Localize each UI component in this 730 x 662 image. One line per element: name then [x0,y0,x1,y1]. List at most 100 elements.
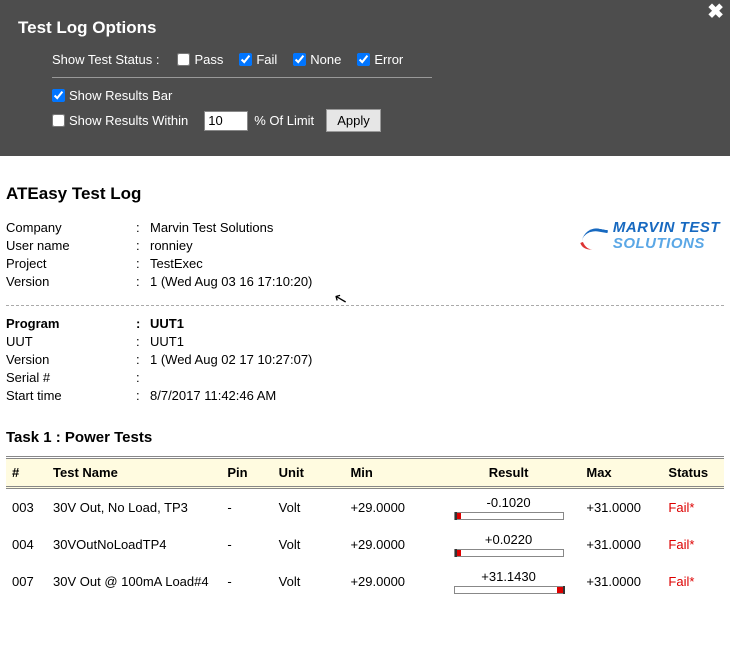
table-row: 00730V Out @ 100mA Load#4-Volt+29.0000+3… [6,563,724,600]
header-unit: Unit [273,458,345,488]
cell-name: 30VOutNoLoadTP4 [47,526,221,563]
cell-unit: Volt [273,563,345,600]
header-name: Test Name [47,458,221,488]
cell-min: +29.0000 [344,563,436,600]
cell-max: +31.0000 [580,563,662,600]
header-max: Max [580,458,662,488]
uut-label: UUT [6,334,136,349]
show-results-within-label: Show Results Within [69,113,188,128]
logo-line2: SOLUTIONS [613,236,720,252]
version2-value: 1 (Wed Aug 02 17 10:27:07) [150,352,724,367]
serial-label: Serial # [6,370,136,385]
result-value: +0.0220 [485,532,532,547]
filter-error-label: Error [374,52,403,67]
result-value: +31.1430 [481,569,536,584]
cursor-icon: ↖ [332,288,350,311]
table-row: 00430VOutNoLoadTP4-Volt+29.0000 +0.0220 +3… [6,526,724,563]
filter-none-checkbox[interactable] [293,53,306,66]
page-title: ATEasy Test Log [6,184,724,204]
serial-value [150,370,724,385]
show-results-within-row: Show Results Within % Of Limit Apply [52,109,712,132]
log-content: ATEasy Test Log MARVIN TEST SOLUTIONS Co… [0,156,730,620]
start-value: 8/7/2017 11:42:46 AM [150,388,724,403]
section-divider [6,305,724,306]
logo-swoosh-icon [581,228,607,252]
cell-pin: - [221,488,272,527]
project-meta: MARVIN TEST SOLUTIONS Company:Marvin Tes… [6,220,724,289]
cell-num: 003 [6,488,47,527]
status-filter-label: Show Test Status : [52,52,159,67]
cell-result: +0.0220 [437,526,581,563]
cell-min: +29.0000 [344,526,436,563]
result-bar [454,512,564,520]
within-percent-input[interactable] [204,111,248,131]
company-logo: MARVIN TEST SOLUTIONS [581,220,720,252]
company-label: Company [6,220,136,235]
project-label: Project [6,256,136,271]
filter-pass[interactable]: Pass [177,52,223,67]
header-min: Min [344,458,436,488]
filter-error-checkbox[interactable] [357,53,370,66]
project-value: TestExec [150,256,724,271]
cell-unit: Volt [273,488,345,527]
filter-error[interactable]: Error [357,52,403,67]
uut-value: UUT1 [150,334,724,349]
table-header-row: # Test Name Pin Unit Min Result Max Stat… [6,458,724,488]
show-results-bar-row: Show Results Bar [52,88,712,103]
cell-result: +31.1430 [437,563,581,600]
cell-status: Fail* [662,488,724,527]
status-filter-row: Show Test Status : Pass Fail None Error [52,52,432,78]
program-meta: Program:UUT1 UUT:UUT1 Version:1 (Wed Aug… [6,316,724,403]
filter-none-label: None [310,52,341,67]
user-label: User name [6,238,136,253]
bar-marker-icon [455,549,457,557]
header-num: # [6,458,47,488]
program-label: Program [6,316,136,331]
start-label: Start time [6,388,136,403]
filter-pass-checkbox[interactable] [177,53,190,66]
header-status: Status [662,458,724,488]
cell-unit: Volt [273,526,345,563]
version2-label: Version [6,352,136,367]
show-results-bar-checkbox[interactable] [52,89,65,102]
filter-pass-label: Pass [194,52,223,67]
result-value: -0.1020 [487,495,531,510]
show-results-within-checkbox[interactable] [52,114,65,127]
bar-marker-icon [455,512,457,520]
version1-label: Version [6,274,136,289]
show-results-bar-label: Show Results Bar [69,88,172,103]
cell-max: +31.0000 [580,526,662,563]
filter-fail[interactable]: Fail [239,52,277,67]
cell-num: 007 [6,563,47,600]
table-row: 00330V Out, No Load, TP3-Volt+29.0000 -0.… [6,488,724,527]
bar-marker-icon [563,586,565,594]
filter-fail-label: Fail [256,52,277,67]
show-results-within[interactable]: Show Results Within [52,113,188,128]
cell-status: Fail* [662,526,724,563]
program-value: UUT1 [150,316,724,331]
logo-line1: MARVIN TEST [613,220,720,236]
filter-none[interactable]: None [293,52,341,67]
cell-max: +31.0000 [580,488,662,527]
cell-pin: - [221,563,272,600]
result-bar [454,586,564,594]
show-results-bar[interactable]: Show Results Bar [52,88,172,103]
result-bar [454,549,564,557]
cell-num: 004 [6,526,47,563]
cell-min: +29.0000 [344,488,436,527]
task-title: Task 1 : Power Tests [6,429,724,446]
options-title: Test Log Options [18,18,712,38]
within-suffix-label: % Of Limit [254,113,314,128]
cell-result: -0.1020 [437,488,581,527]
header-pin: Pin [221,458,272,488]
cell-pin: - [221,526,272,563]
cell-status: Fail* [662,563,724,600]
header-result: Result [437,458,581,488]
results-table: # Test Name Pin Unit Min Result Max Stat… [6,456,724,600]
close-icon[interactable]: ✖ [707,2,724,22]
filter-fail-checkbox[interactable] [239,53,252,66]
version1-value: 1 (Wed Aug 03 16 17:10:20) [150,274,724,289]
test-log-options-panel: ✖ Test Log Options Show Test Status : Pa… [0,0,730,156]
apply-button[interactable]: Apply [326,109,381,132]
cell-name: 30V Out, No Load, TP3 [47,488,221,527]
